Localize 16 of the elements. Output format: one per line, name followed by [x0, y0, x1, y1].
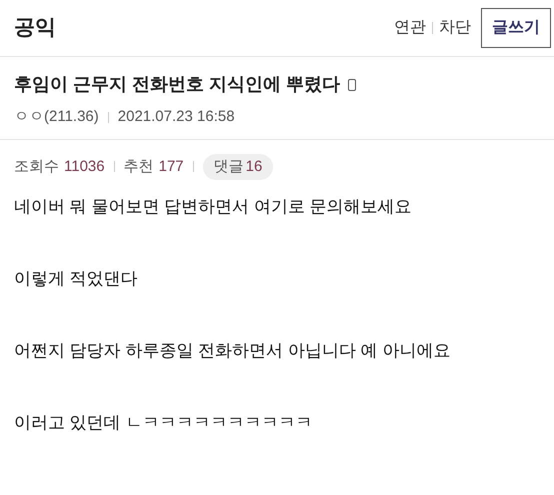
post-date: 2021.07.23 16:58 — [118, 107, 235, 127]
body-paragraph: 이러고 있던데 ㄴㅋㅋㅋㅋㅋㅋㅋㅋㅋㅋ — [14, 412, 314, 434]
stat-value: 11036 — [64, 156, 105, 176]
stat-label: 추천 — [124, 156, 154, 176]
comment-count-badge[interactable]: 댓글 16 — [202, 154, 274, 180]
body-paragraph: 어쩐지 담당자 하루종일 전화하면서 아닙니다 예 아니에요 — [14, 340, 452, 362]
author-name: ㅇㅇ(211.36) — [14, 107, 99, 127]
header-link[interactable]: 차단 — [439, 16, 471, 40]
post-title: 후임이 근무지 전화번호 지식인에 뿌렸다 — [14, 73, 340, 96]
write-button[interactable]: 글쓰기 — [481, 8, 551, 48]
stat-value: 177 — [158, 156, 184, 176]
board-title: 공익 — [14, 15, 56, 42]
body-paragraph: 이렇게 적었댄다 — [14, 268, 139, 290]
header-link[interactable]: 연관 — [394, 16, 426, 40]
body-paragraph: 네이버 뭐 물어보면 답변하면서 여기로 문의해보세요 — [14, 196, 413, 218]
stat-label: 조회수 — [14, 156, 59, 176]
